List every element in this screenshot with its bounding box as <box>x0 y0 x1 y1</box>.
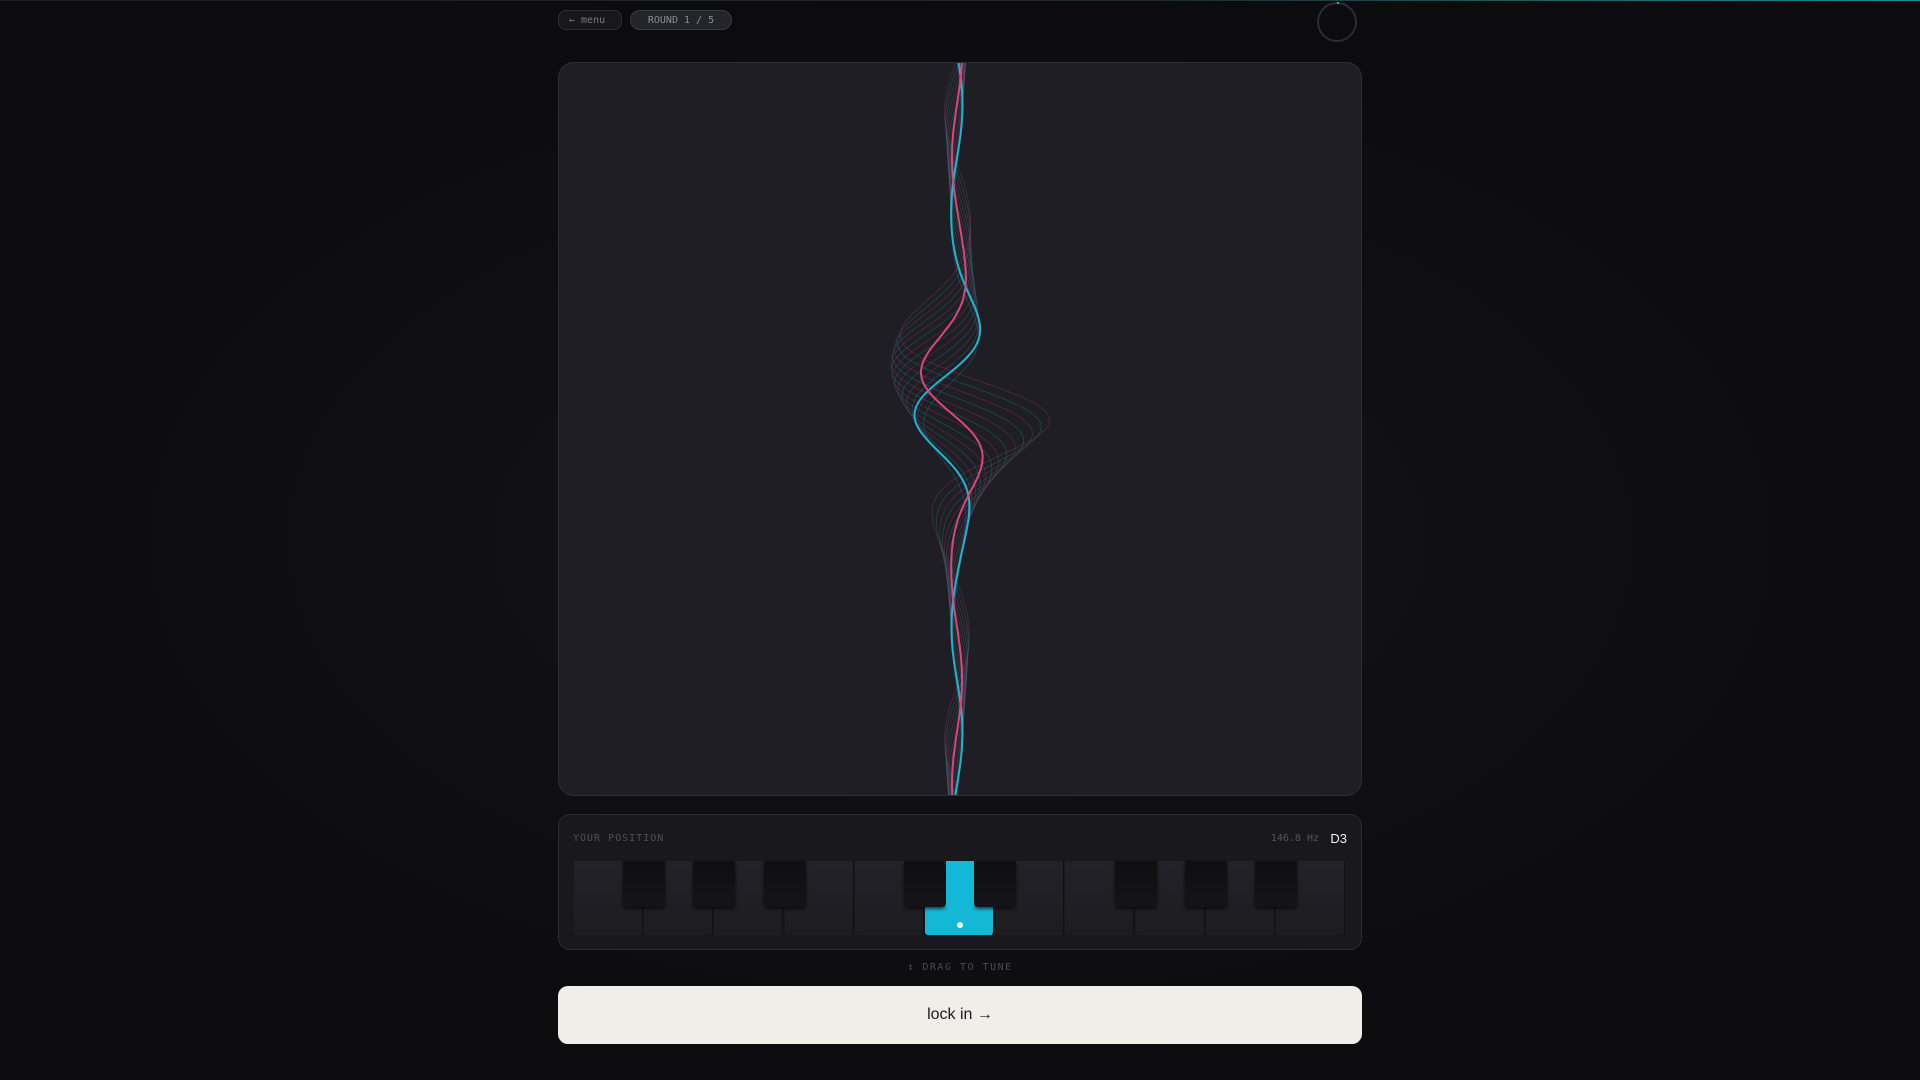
black-key[interactable] <box>904 861 946 907</box>
frequency-readout: 146.8 Hz <box>1270 833 1319 844</box>
menu-button[interactable]: ← menu <box>558 10 622 30</box>
black-key[interactable] <box>623 861 666 907</box>
black-key[interactable] <box>1184 861 1227 907</box>
position-panel: YOUR POSITION 146.8 Hz D3 <box>558 814 1362 950</box>
drag-hint: ↕ DRAG TO TUNE <box>907 962 1013 973</box>
ghost-trace <box>923 63 980 795</box>
game-app: ← menu ROUND 1 / 5 YOUR POSITION 146.8 H… <box>558 0 1363 1080</box>
black-key[interactable] <box>1255 861 1297 907</box>
position-label: YOUR POSITION <box>573 833 665 844</box>
black-key[interactable] <box>763 861 806 907</box>
ghost-trace <box>892 63 1000 795</box>
waveform-canvas[interactable] <box>558 62 1362 796</box>
lock-in-button[interactable]: lock in → <box>558 986 1362 1044</box>
ghost-trace <box>890 63 1008 795</box>
waveform-traces <box>890 63 1051 795</box>
ghost-trace <box>894 63 993 795</box>
round-indicator: ROUND 1 / 5 <box>630 10 732 30</box>
active-key-highlight <box>946 861 974 907</box>
black-key[interactable] <box>693 861 736 907</box>
black-key[interactable] <box>974 861 1017 907</box>
piano-keyboard[interactable] <box>574 861 1346 937</box>
ghost-trace <box>899 63 1051 795</box>
note-readout: D3 <box>1330 831 1347 846</box>
black-key[interactable] <box>1114 861 1157 907</box>
top-bar: ← menu ROUND 1 / 5 <box>558 1 1363 42</box>
timer-ring-icon <box>1317 1 1357 42</box>
waveform-visualization <box>890 63 1051 795</box>
ghost-trace <box>897 63 987 795</box>
